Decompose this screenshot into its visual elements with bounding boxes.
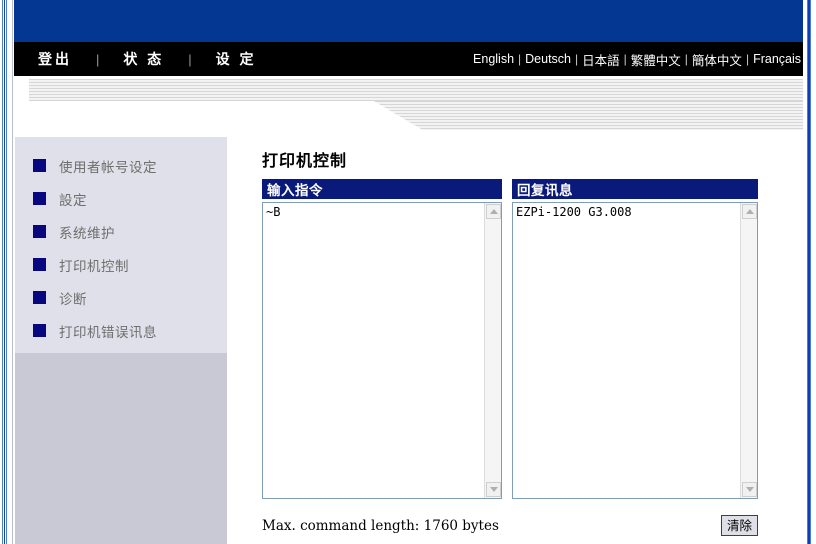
window-left-edge — [0, 0, 14, 544]
language-link-japanese[interactable]: 日本語 — [582, 50, 620, 69]
window-right-edge — [803, 0, 816, 544]
sidebar-item-user-account-settings[interactable]: 使用者帐号设定 — [15, 149, 227, 182]
top-navigation-bar: 登出 | 状 态 | 设 定 English | Deutsch | 日本語 |… — [14, 42, 803, 76]
sidebar-item-label: 打印机错误讯息 — [59, 321, 157, 341]
bullet-square-icon — [33, 225, 46, 238]
bullet-square-icon — [33, 192, 46, 205]
main-content: 打印机控制 输入指令 回复讯息 — [240, 137, 785, 544]
language-separator: | — [742, 52, 753, 66]
language-link-simplified-chinese[interactable]: 簡体中文 — [692, 50, 742, 69]
response-message-header: 回复讯息 — [512, 179, 758, 199]
response-scrollbar[interactable] — [740, 203, 757, 498]
sidebar-item-printer-error-messages[interactable]: 打印机错误讯息 — [15, 314, 227, 347]
decorative-stripe-band — [14, 76, 803, 130]
language-separator: | — [514, 52, 525, 66]
command-input-textarea[interactable] — [266, 205, 482, 496]
language-separator: | — [681, 52, 692, 66]
command-footer: Max. command length: 1760 bytes 清除 — [262, 515, 758, 541]
bullet-square-icon — [33, 291, 46, 304]
language-link-traditional-chinese[interactable]: 繁體中文 — [631, 50, 681, 69]
sidebar-item-label: 诊断 — [59, 288, 87, 308]
nav-primary-links: 登出 | 状 态 | 设 定 — [36, 42, 259, 76]
printer-web-interface: 登出 | 状 态 | 设 定 English | Deutsch | 日本語 |… — [0, 0, 816, 544]
nav-logout[interactable]: 登出 — [36, 49, 74, 69]
command-input-scrollbar[interactable] — [484, 203, 501, 498]
nav-settings[interactable]: 设 定 — [214, 49, 259, 69]
page-title: 打印机控制 — [262, 147, 347, 171]
scroll-down-icon[interactable] — [486, 482, 501, 497]
language-link-deutsch[interactable]: Deutsch — [525, 52, 571, 66]
command-input-header: 输入指令 — [262, 179, 502, 199]
command-input-panel: 输入指令 — [262, 179, 502, 499]
sidebar-item-label: 系统维护 — [59, 222, 115, 242]
sidebar-item-printer-control[interactable]: 打印机控制 — [15, 248, 227, 281]
language-selector: English | Deutsch | 日本語 | 繁體中文 | 簡体中文 | … — [473, 42, 801, 76]
nav-status[interactable]: 状 态 — [121, 49, 166, 69]
nav-separator: | — [166, 52, 213, 67]
language-link-francais[interactable]: Français — [753, 52, 801, 66]
max-command-length-note: Max. command length: 1760 bytes — [262, 518, 499, 534]
bullet-square-icon — [33, 324, 46, 337]
bullet-square-icon — [33, 258, 46, 271]
nav-separator: | — [74, 52, 121, 67]
language-separator: | — [620, 52, 631, 66]
sidebar: 使用者帐号设定 設定 系统维护 打印机控制 诊断 打印机错误讯息 — [15, 137, 227, 544]
sidebar-item-label: 打印机控制 — [59, 255, 129, 275]
response-textarea[interactable] — [516, 205, 738, 496]
scroll-up-icon[interactable] — [742, 204, 757, 219]
sidebar-item-label: 使用者帐号设定 — [59, 156, 157, 176]
command-input-textarea-wrapper — [262, 202, 502, 499]
sidebar-item-settings[interactable]: 設定 — [15, 182, 227, 215]
bullet-square-icon — [33, 159, 46, 172]
language-link-english[interactable]: English — [473, 52, 514, 66]
sidebar-item-system-maintenance[interactable]: 系统维护 — [15, 215, 227, 248]
language-separator: | — [571, 52, 582, 66]
sidebar-item-label: 設定 — [59, 189, 87, 209]
scroll-down-icon[interactable] — [742, 482, 757, 497]
scroll-up-icon[interactable] — [486, 204, 501, 219]
sidebar-menu: 使用者帐号设定 設定 系统维护 打印机控制 诊断 打印机错误讯息 — [15, 137, 227, 353]
stripe-band-upper — [29, 79, 803, 101]
sidebar-item-diagnostics[interactable]: 诊断 — [15, 281, 227, 314]
response-message-panel: 回复讯息 — [512, 179, 758, 499]
header-banner — [14, 0, 803, 42]
stripe-band-lower-angled — [14, 101, 803, 130]
clear-button[interactable]: 清除 — [721, 515, 758, 536]
response-textarea-wrapper — [512, 202, 758, 499]
